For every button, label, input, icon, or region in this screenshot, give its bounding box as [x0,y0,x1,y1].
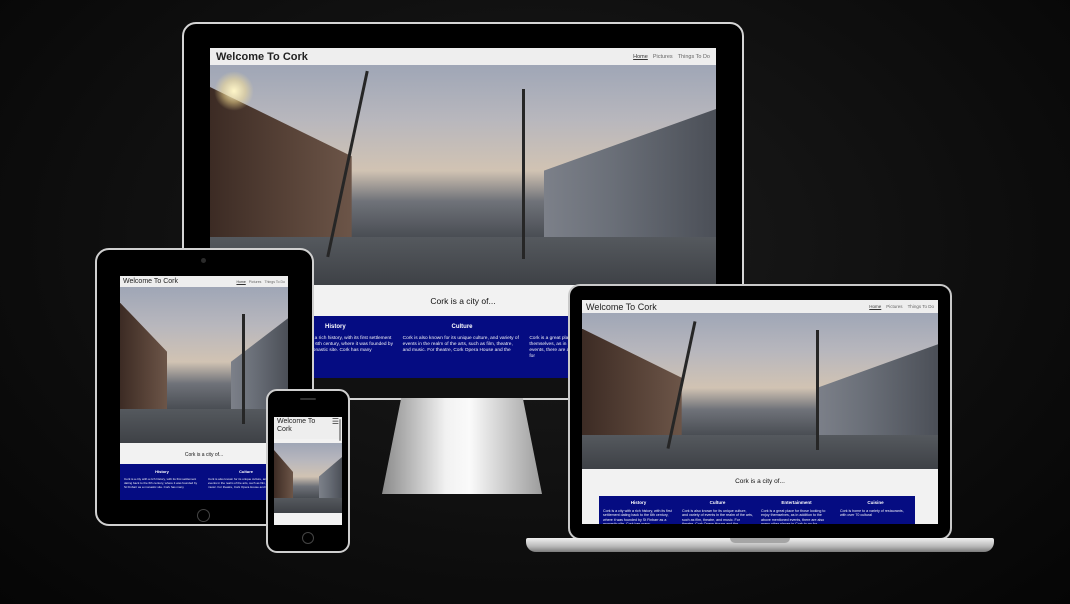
phone-home-button[interactable] [302,532,314,544]
nav-things-to-do[interactable]: Things To Do [264,280,285,284]
section-text: Cork is also known for its unique cultur… [682,509,753,524]
nav-home[interactable]: Home [236,280,245,284]
section-culture: Culture Cork is also known for its uniqu… [399,324,526,378]
laptop-notch [730,538,790,543]
hero-traffic-pole [242,314,245,425]
site-title[interactable]: Welcome To Cork [123,278,178,285]
nav-pictures[interactable]: Pictures [653,54,673,60]
tablet-camera [201,258,206,263]
section-text: Cork is a great place for those looking … [761,509,826,524]
phone: Welcome To Cork ☰ [266,389,350,553]
nav-links: Home Pictures Things To Do [869,304,934,309]
nav-pictures[interactable]: Pictures [886,304,902,309]
site-title[interactable]: Welcome To Cork [277,418,325,433]
monitor-stand [382,398,542,494]
hero-image [274,443,342,513]
section-text: Cork is a city with a rich history, with… [124,477,198,489]
section-entertainment: Entertainment Cork is a great place for … [757,500,836,524]
navbar: Welcome To Cork Home Pictures Things To … [210,48,716,65]
hero-street-lamp [214,71,254,111]
nav-pictures[interactable]: Pictures [249,280,262,284]
tagline: Cork is a city of... [184,452,224,458]
hero-traffic-pole [816,330,819,451]
nav-links: Home Pictures Things To Do [236,280,285,284]
nav-home[interactable]: Home [869,304,881,309]
section-history: History Cork is a city with a rich histo… [120,469,204,500]
laptop-site: Welcome To Cork Home Pictures Things To … [582,300,938,524]
navbar: Welcome To Cork Home Pictures Things To … [582,300,938,313]
section-heading: Culture [451,324,473,330]
info-panel: History Cork is a city with a rich histo… [599,496,915,524]
tablet-home-button[interactable] [197,509,210,522]
hero-street [274,497,342,513]
nav-things-to-do[interactable]: Things To Do [678,54,710,60]
section-text: Cork is home to a variety of restaurants… [840,509,904,518]
info-panel: History Cork is a city with a rich histo… [120,464,288,500]
hero-street [582,434,938,469]
section-heading: History [630,500,647,505]
hero-image [582,313,938,469]
hero-traffic-pole [522,88,525,259]
site-title[interactable]: Welcome To Cork [216,51,308,63]
nav-home[interactable]: Home [633,54,648,60]
tagline: Cork is a city of... [735,478,785,485]
navbar: Welcome To Cork Home Pictures Things To … [120,276,288,287]
section-text: Cork is also known for its unique cultur… [402,336,519,353]
nav-links: Home Pictures Things To Do [633,54,710,60]
hero-street [120,408,288,443]
section-heading: History [155,469,169,474]
laptop: Welcome To Cork Home Pictures Things To … [526,284,994,556]
phone-site: Welcome To Cork ☰ [274,417,342,525]
hero-image [120,287,288,443]
hamburger-menu-icon[interactable]: ☰ [332,418,339,426]
section-heading: Cuisine [867,500,884,505]
section-cuisine: Cuisine Cork is home to a variety of res… [836,500,915,524]
tablet-site: Welcome To Cork Home Pictures Things To … [120,276,288,500]
section-culture: Culture Cork is also known for its uniqu… [678,500,757,524]
phone-speaker [300,398,316,400]
site-title[interactable]: Welcome To Cork [586,302,657,312]
section-heading: Culture [709,500,726,505]
section-text: Cork is a city with a rich history, with… [603,509,672,524]
phone-scrollbar[interactable] [339,419,341,441]
section-heading: Entertainment [781,500,812,505]
navbar: Welcome To Cork ☰ [274,417,342,439]
nav-things-to-do[interactable]: Things To Do [908,304,934,309]
section-history: History Cork is a city with a rich histo… [599,500,678,524]
